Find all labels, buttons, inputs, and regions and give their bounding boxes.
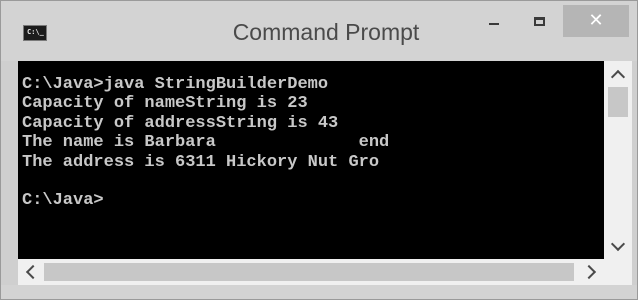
horizontal-scrollbar[interactable] xyxy=(18,259,604,285)
console-line: The name is Barbara end xyxy=(22,133,390,153)
scroll-left-button[interactable] xyxy=(20,259,42,285)
scrollbar-corner xyxy=(604,259,632,285)
horizontal-scroll-thumb[interactable] xyxy=(44,263,574,281)
console-line: The address is 6311 Hickory Nut Gro xyxy=(22,152,380,172)
window-bottom-border xyxy=(1,285,637,299)
vertical-scroll-thumb[interactable] xyxy=(608,87,628,117)
title-bar[interactable]: C:\_ Command Prompt ✕ xyxy=(1,1,637,61)
chevron-left-icon xyxy=(25,264,41,280)
command-prompt-window: C:\_ Command Prompt ✕ C:\Java>java Strin… xyxy=(0,0,638,300)
maximize-button[interactable] xyxy=(518,5,560,37)
chevron-right-icon xyxy=(581,264,597,280)
console-line: Capacity of nameString is 23 xyxy=(22,94,308,114)
scroll-down-button[interactable] xyxy=(604,235,632,257)
scroll-right-button[interactable] xyxy=(580,259,602,285)
minimize-icon xyxy=(489,23,499,25)
scroll-up-button[interactable] xyxy=(604,63,632,85)
console-line: C:\Java>java StringBuilderDemo xyxy=(22,75,329,94)
chevron-down-icon xyxy=(610,236,626,251)
maximize-icon xyxy=(533,16,545,26)
console-line: C:\Java> xyxy=(22,191,104,211)
cmd-icon[interactable]: C:\_ xyxy=(23,25,47,41)
chevron-up-icon xyxy=(610,69,626,84)
window-title: Command Prompt xyxy=(232,19,420,45)
close-icon: ✕ xyxy=(588,10,604,31)
cmd-icon-label: C:\_ xyxy=(27,28,44,36)
close-button[interactable]: ✕ xyxy=(563,5,629,37)
minimize-button[interactable] xyxy=(473,5,515,37)
vertical-scrollbar[interactable] xyxy=(604,61,632,259)
console-text: C:\Java>java StringBuilderDemo Capacity … xyxy=(18,61,604,211)
console-output[interactable]: C:\Java>java StringBuilderDemo Capacity … xyxy=(18,61,604,259)
console-line: Capacity of addressString is 43 xyxy=(22,113,339,133)
